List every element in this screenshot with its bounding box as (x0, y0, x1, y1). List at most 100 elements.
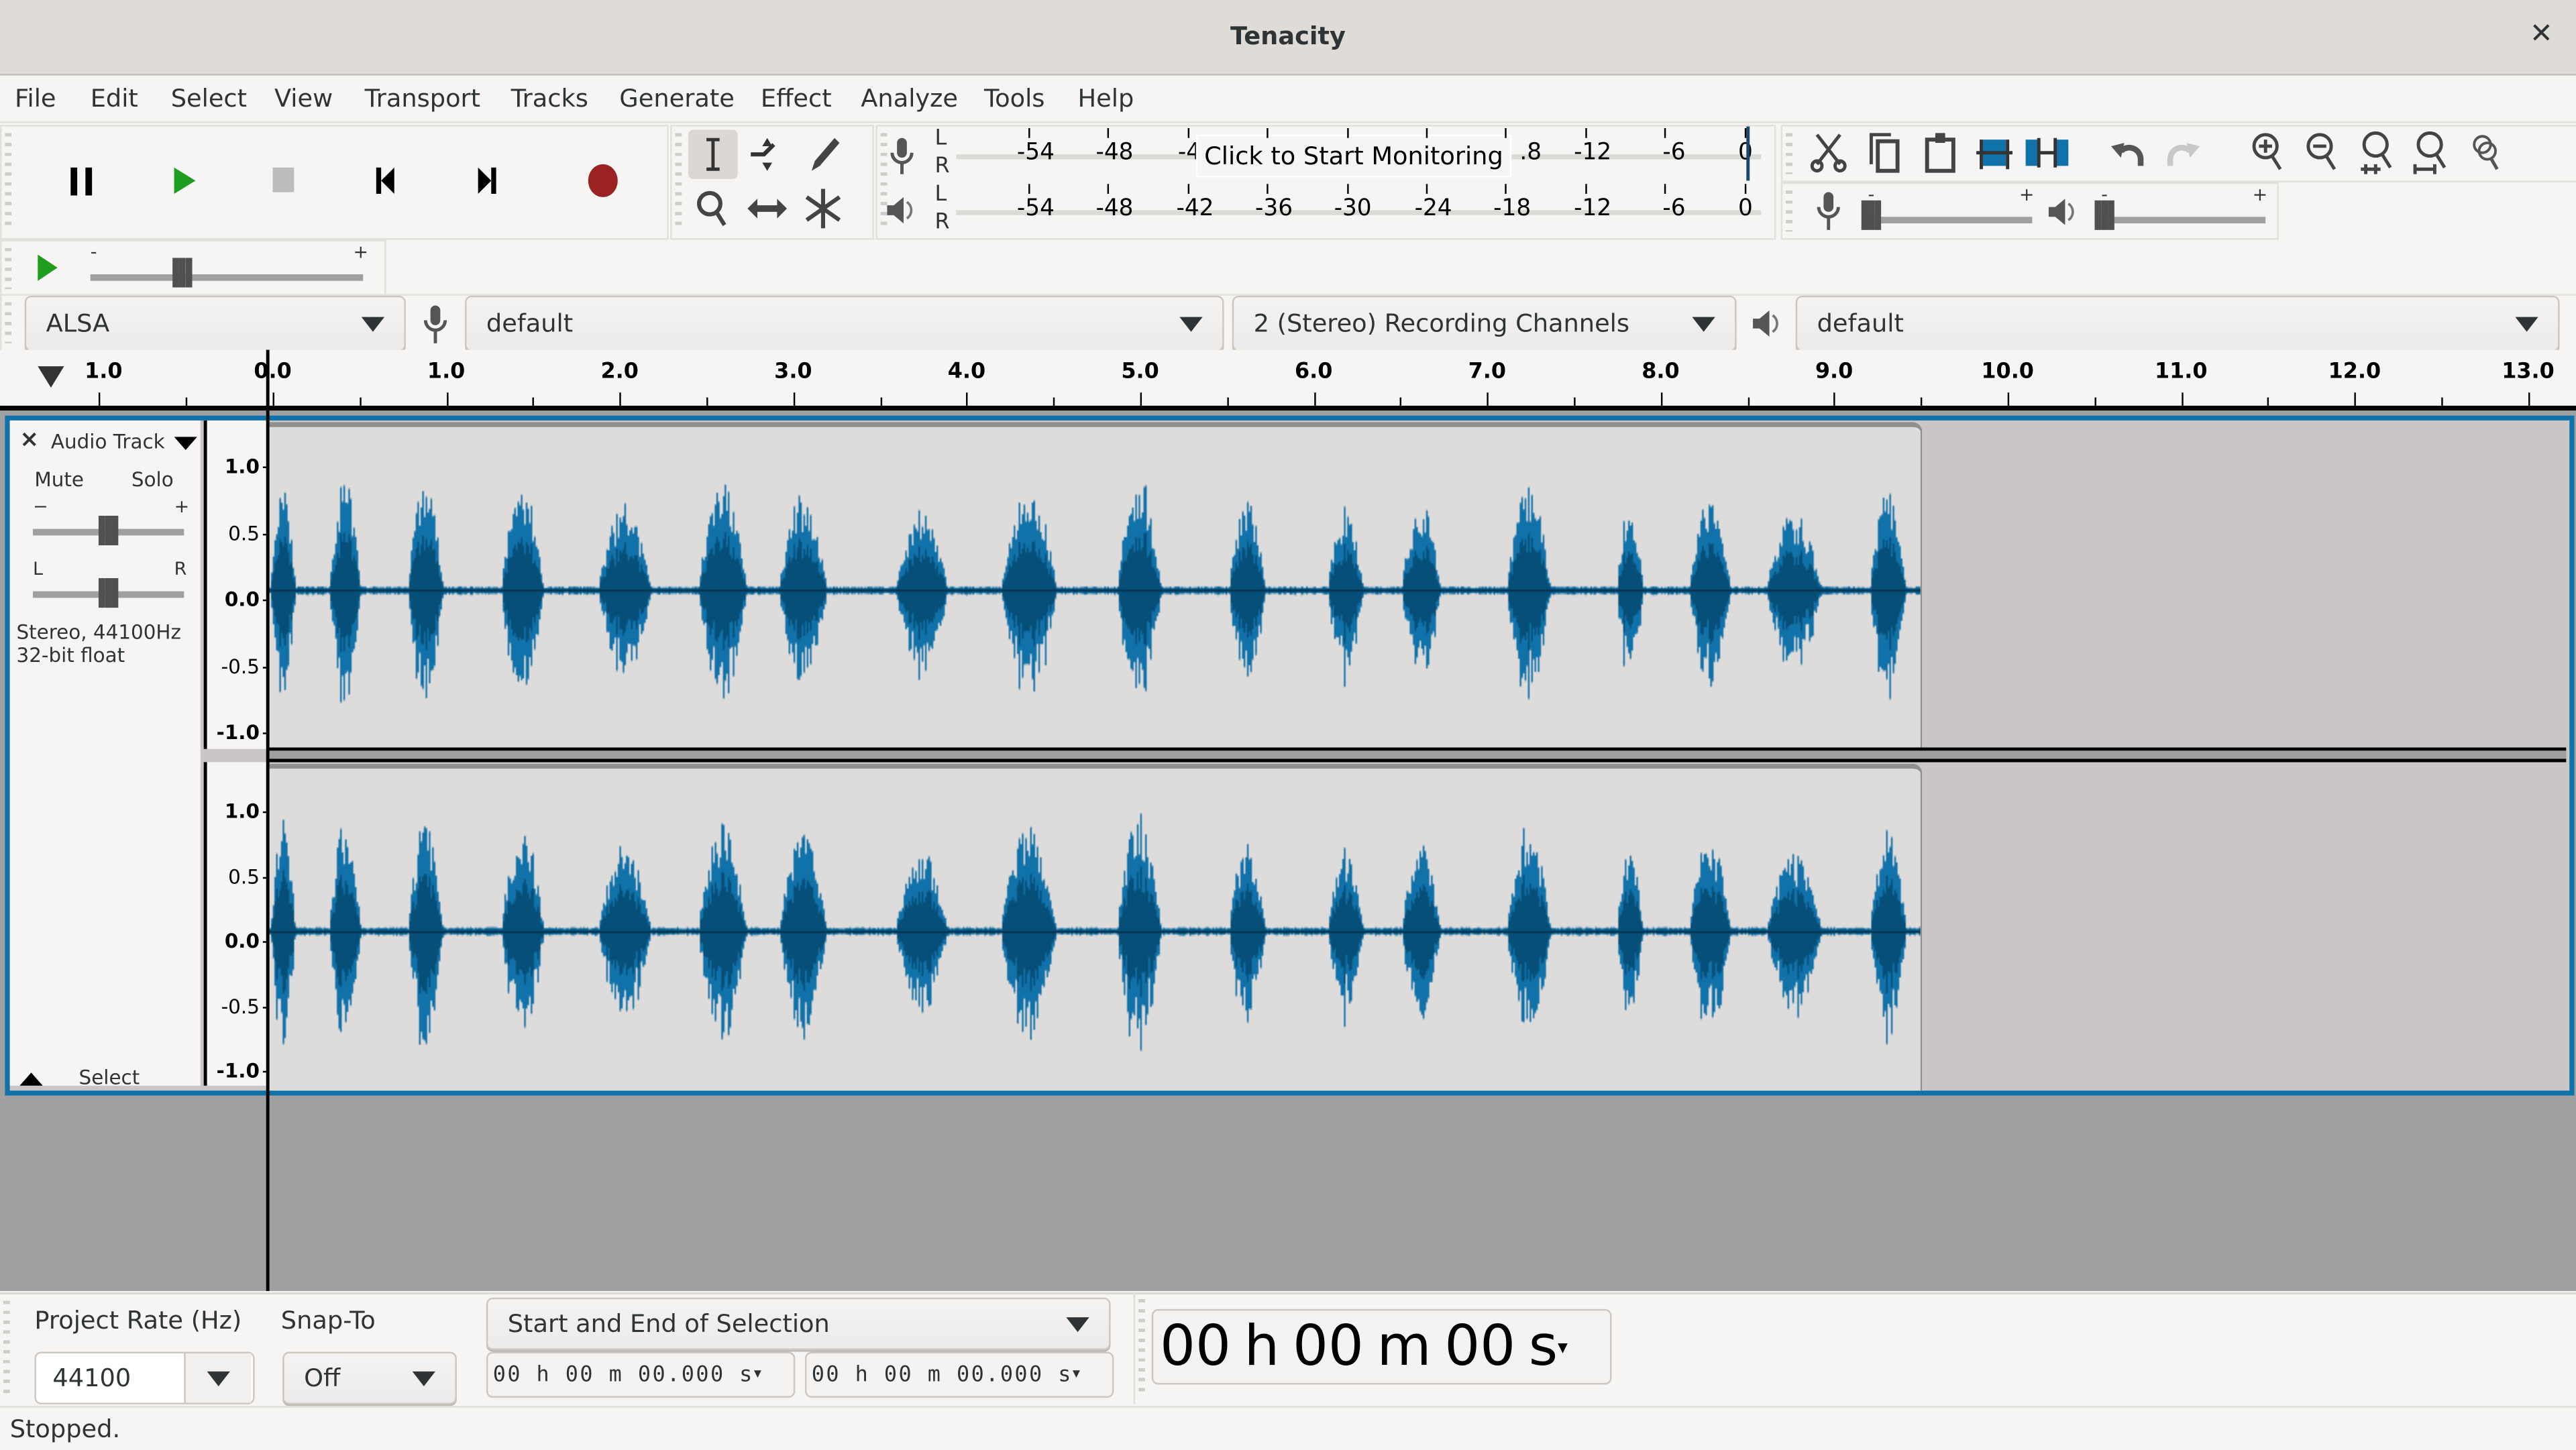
solo-button[interactable]: Solo (131, 468, 174, 491)
toolbar-grip[interactable] (5, 302, 12, 343)
chevron-down-icon[interactable] (184, 1353, 252, 1403)
track-menu-icon[interactable] (174, 435, 197, 451)
device-toolbar: ALSA default 2 (Stereo) Recording Channe… (0, 294, 2576, 352)
toolbar-grip[interactable] (3, 1300, 10, 1400)
timeline-ruler[interactable]: 1.0 0.0 1.0 2.0 3.0 4.0 5.0 6.0 7.0 8.0 9.0 10.0 11.… (0, 349, 2576, 411)
toolbar-grip[interactable] (1786, 133, 1792, 174)
close-track-icon[interactable]: × (19, 427, 39, 453)
menu-edit[interactable]: Edit (91, 84, 138, 113)
recording-device-select[interactable]: default (465, 295, 1224, 352)
selection-tool-button[interactable] (688, 129, 738, 179)
mixer-toolbar: - + - + (1780, 182, 2279, 240)
start-monitoring-overlay[interactable]: Click to Start Monitoring (1195, 134, 1512, 178)
zoom-toggle-button[interactable] (2463, 129, 2509, 176)
toolbar-grip[interactable] (5, 247, 12, 290)
collapse-track-icon[interactable] (19, 1071, 43, 1087)
ruler-tick (359, 397, 362, 406)
menu-view[interactable]: View (274, 84, 333, 113)
audio-host-select[interactable]: ALSA (24, 295, 406, 352)
ruler-tick (186, 397, 188, 406)
zoom-out-button[interactable] (2300, 129, 2347, 176)
multi-tool-button[interactable] (798, 184, 847, 233)
tracks-area[interactable]: × Audio Track Mute Solo − + L R Stereo, … (0, 410, 2576, 1291)
selection-start-time[interactable]: 00 h 00 m 00.000 s ▾ (486, 1351, 796, 1398)
waveform-right (268, 769, 1921, 1091)
pause-button[interactable] (51, 156, 113, 205)
track-control-panel: × Audio Track Mute Solo − + L R Stereo, … (9, 420, 201, 1089)
slider-thumb[interactable] (1861, 200, 1882, 230)
audio-position-display[interactable]: 00 h 00 m 00 s ▾ (1151, 1308, 1612, 1385)
menu-analyze[interactable]: Analyze (861, 84, 958, 113)
slider-thumb[interactable] (98, 515, 119, 546)
project-rate-value[interactable]: 44100 (36, 1363, 184, 1393)
toolbar-grip[interactable] (675, 133, 682, 232)
playback-speed-slider[interactable]: - + (80, 241, 376, 291)
menu-select[interactable]: Select (171, 84, 247, 113)
copy-button[interactable] (1862, 129, 1908, 176)
recording-channels-select[interactable]: 2 (Stereo) Recording Channels (1232, 295, 1737, 352)
envelope-tool-button[interactable] (743, 129, 792, 178)
slider-thumb[interactable] (98, 578, 119, 608)
stop-button[interactable] (253, 156, 315, 205)
time-shift-tool-button[interactable] (743, 184, 792, 233)
toolbar-grip[interactable] (1138, 1299, 1145, 1398)
audio-clip-left-channel[interactable] (268, 422, 1923, 751)
channel-amplitude-ruler-left[interactable]: 1.0 0.5 0.0 -0.5 -1.0 (203, 420, 270, 749)
select-value: Start and End of Selection (507, 1308, 830, 1339)
zoom-tool-button[interactable] (688, 184, 737, 233)
draw-tool-button[interactable] (798, 129, 847, 178)
audio-clip-right-channel[interactable] (268, 763, 1923, 1091)
record-meter[interactable]: -54 -48 -4 .8 -12 -6 0 Click to Start Mo… (956, 126, 1762, 181)
ruler-tick (2267, 397, 2270, 406)
playback-meter[interactable]: -54 -48 -42 -36 -30 -24 -18 -12 -6 0 (956, 182, 1762, 237)
trim-audio-button[interactable] (1970, 129, 2019, 176)
play-button[interactable] (153, 156, 215, 205)
pan-slider[interactable]: L R (30, 555, 191, 611)
fit-project-button[interactable] (2408, 129, 2455, 176)
close-icon[interactable]: ✕ (2530, 18, 2553, 51)
ruler-label: 10.0 (1981, 359, 2034, 385)
gain-slider[interactable]: − + (30, 496, 191, 546)
play-at-speed-button[interactable] (28, 248, 68, 288)
track-name[interactable]: Audio Track (51, 431, 165, 453)
select-value: ALSA (46, 309, 110, 339)
menu-generate[interactable]: Generate (619, 84, 735, 113)
meter-scale-label: -12 (1574, 195, 1612, 222)
menu-transport[interactable]: Transport (365, 84, 480, 113)
toolbar-grip[interactable] (5, 133, 12, 232)
cut-button[interactable] (1805, 129, 1851, 176)
playback-device-select[interactable]: default (1795, 295, 2560, 352)
zoom-in-button[interactable] (2246, 129, 2292, 176)
fit-selection-button[interactable] (2354, 129, 2400, 176)
menu-effect[interactable]: Effect (761, 84, 832, 113)
menu-tools[interactable]: Tools (984, 84, 1044, 113)
chevron-down-icon[interactable]: ▾ (1558, 1335, 1568, 1358)
snap-to-select[interactable]: Off (282, 1351, 457, 1404)
menu-help[interactable]: Help (1078, 84, 1134, 113)
amplitude-label: 1.0 (224, 455, 260, 478)
selection-mode-select[interactable]: Start and End of Selection (486, 1297, 1111, 1351)
channel-amplitude-ruler-right[interactable]: 1.0 0.5 0.0 -0.5 -1.0 (203, 762, 270, 1086)
menu-tracks[interactable]: Tracks (511, 84, 588, 113)
fit-project-icon (2413, 131, 2447, 174)
project-rate-combo[interactable]: 44100 (34, 1351, 255, 1404)
paste-button[interactable] (1917, 129, 1964, 176)
undo-button[interactable] (2104, 129, 2151, 176)
amplitude-label: -1.0 (216, 1059, 260, 1082)
slider-thumb[interactable] (2094, 200, 2114, 230)
timeline-options-icon[interactable] (36, 363, 66, 389)
ruler-label: 4.0 (947, 359, 986, 385)
skip-to-start-button[interactable] (355, 156, 417, 205)
mute-button[interactable]: Mute (34, 468, 84, 491)
redo-button[interactable] (2160, 129, 2206, 176)
select-track-button[interactable]: Select (79, 1066, 140, 1089)
playback-volume-slider[interactable]: - + (2088, 184, 2267, 233)
silence-audio-button[interactable] (2023, 129, 2072, 176)
toolbar-grip[interactable] (1786, 190, 1792, 232)
skip-to-end-button[interactable] (455, 156, 517, 205)
record-volume-slider[interactable]: - + (1855, 184, 2034, 233)
menu-file[interactable]: File (15, 84, 56, 113)
selection-end-time[interactable]: 00 h 00 m 00.000 s ▾ (805, 1351, 1114, 1398)
slider-thumb[interactable] (172, 258, 193, 288)
record-button[interactable] (572, 156, 634, 205)
